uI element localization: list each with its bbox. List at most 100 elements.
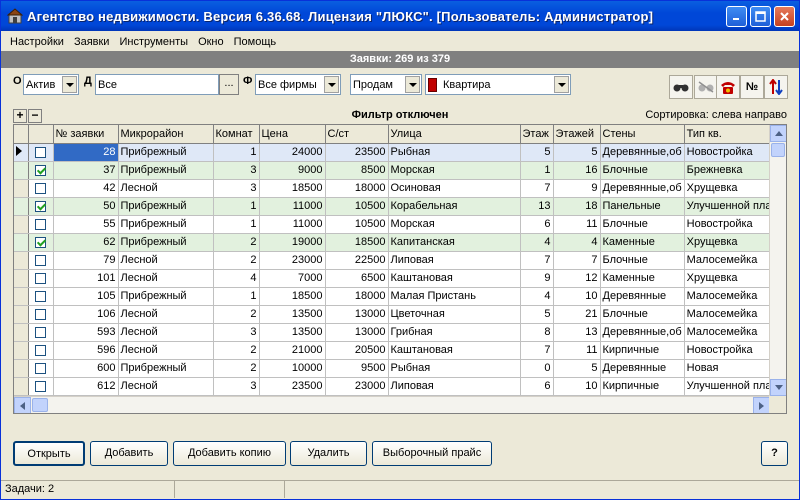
table-cell[interactable]: 4: [213, 269, 260, 288]
table-cell[interactable]: 596: [53, 341, 119, 360]
table-cell[interactable]: Блочные: [600, 215, 685, 234]
table-cell[interactable]: 1: [213, 197, 260, 216]
table-cell[interactable]: 2: [213, 305, 260, 324]
row-indicator[interactable]: [14, 251, 29, 270]
collapse-button[interactable]: −: [28, 109, 42, 123]
table-cell[interactable]: Хрущевка: [684, 269, 775, 288]
table-cell[interactable]: Капитанская: [388, 233, 521, 252]
table-cell[interactable]: 1: [520, 161, 554, 180]
column-header[interactable]: Цена: [259, 125, 326, 144]
table-cell[interactable]: 6: [520, 377, 554, 396]
table-cell[interactable]: 11: [553, 341, 601, 360]
table-cell[interactable]: 2: [213, 341, 260, 360]
table-cell[interactable]: 10000: [259, 359, 326, 378]
table-cell[interactable]: 3: [213, 323, 260, 342]
chevron-down-icon[interactable]: [62, 76, 77, 93]
table-cell[interactable]: 593: [53, 323, 119, 342]
table-cell[interactable]: Лесной: [118, 179, 214, 198]
horizontal-scroll-thumb[interactable]: [32, 398, 48, 412]
table-row[interactable]: 101 Лесной 4 7000 6500 Каштановая 9 12 Каменные Х…: [14, 269, 775, 288]
table-cell[interactable]: Деревянные,об: [600, 323, 685, 342]
row-checkbox[interactable]: [35, 236, 46, 248]
column-header[interactable]: Улица: [388, 125, 521, 144]
help-button[interactable]: ?: [761, 441, 788, 466]
table-cell[interactable]: Кирпичные: [600, 377, 685, 396]
table-row[interactable]: 593 Лесной 3 13500 13000 Грибная 8 13 Деревянные…: [14, 323, 775, 342]
add-button[interactable]: Добавить: [90, 441, 168, 466]
table-cell[interactable]: 612: [53, 377, 119, 396]
menu-settings[interactable]: Настройки: [5, 36, 69, 48]
table-cell[interactable]: 600: [53, 359, 119, 378]
table-cell[interactable]: Липовая: [388, 377, 521, 396]
table-row[interactable]: 596 Лесной 2 21000 20500 Каштановая 7 11 Кирпичн…: [14, 341, 775, 360]
table-cell[interactable]: 37: [53, 161, 119, 180]
row-checkbox[interactable]: [35, 146, 46, 158]
table-cell[interactable]: Морская: [388, 215, 521, 234]
menu-window[interactable]: Окно: [193, 36, 229, 48]
table-cell[interactable]: 11: [553, 215, 601, 234]
table-row[interactable]: 37 Прибрежный 3 9000 8500 Морская 1 16 Блочные Бр…: [14, 161, 775, 180]
table-cell[interactable]: 2: [213, 359, 260, 378]
table-cell[interactable]: 16: [553, 161, 601, 180]
table-cell[interactable]: 18000: [325, 179, 389, 198]
row-checkbox[interactable]: [35, 380, 46, 392]
table-cell[interactable]: Блочные: [600, 251, 685, 270]
table-cell[interactable]: Лесной: [118, 305, 214, 324]
table-cell[interactable]: Липовая: [388, 251, 521, 270]
status-select[interactable]: Актив: [23, 74, 79, 95]
close-button[interactable]: [774, 6, 795, 27]
table-cell[interactable]: 13: [520, 197, 554, 216]
table-cell[interactable]: Деревянные: [600, 287, 685, 306]
row-checkbox[interactable]: [35, 254, 46, 266]
table-cell[interactable]: Деревянные: [600, 359, 685, 378]
row-indicator[interactable]: [14, 323, 29, 342]
table-row[interactable]: 42 Лесной 3 18500 18000 Осиновая 7 9 Деревянные,…: [14, 179, 775, 198]
binoculars-disabled-icon[interactable]: [694, 75, 718, 99]
table-cell[interactable]: 7: [520, 251, 554, 270]
table-cell[interactable]: 21000: [259, 341, 326, 360]
current-row-indicator[interactable]: [14, 143, 29, 162]
table-cell[interactable]: 62: [53, 233, 119, 252]
row-indicator[interactable]: [14, 287, 29, 306]
table-cell[interactable]: 50: [53, 197, 119, 216]
table-cell[interactable]: Малосемейка: [684, 323, 775, 342]
table-cell[interactable]: 9: [553, 179, 601, 198]
table-cell[interactable]: 23500: [325, 143, 389, 162]
table-cell[interactable]: Прибрежный: [118, 161, 214, 180]
table-cell[interactable]: 2: [213, 251, 260, 270]
table-cell[interactable]: Улучшенной пла: [684, 197, 775, 216]
table-cell[interactable]: 79: [53, 251, 119, 270]
row-checkbox[interactable]: [35, 308, 46, 320]
table-cell[interactable]: 11000: [259, 197, 326, 216]
table-cell[interactable]: 4: [520, 233, 554, 252]
chevron-down-icon[interactable]: [405, 76, 420, 93]
table-cell[interactable]: 1: [213, 143, 260, 162]
table-row[interactable]: 600 Прибрежный 2 10000 9500 Рыбная 0 5 Деревянны…: [14, 359, 775, 378]
table-cell[interactable]: 10: [553, 377, 601, 396]
scroll-down-icon[interactable]: [770, 379, 786, 396]
table-cell[interactable]: Блочные: [600, 161, 685, 180]
table-row[interactable]: 612 Лесной 3 23500 23000 Липовая 6 10 Кирпичные У…: [14, 377, 775, 396]
horizontal-scrollbar[interactable]: [14, 396, 770, 413]
title-bar[interactable]: Агентство недвижимости. Версия 6.36.68. …: [1, 1, 799, 31]
table-cell[interactable]: 12: [553, 269, 601, 288]
delete-button[interactable]: Удалить: [290, 441, 367, 466]
table-cell[interactable]: Прибрежный: [118, 197, 214, 216]
scroll-up-icon[interactable]: [770, 125, 786, 142]
table-cell[interactable]: 18: [553, 197, 601, 216]
column-header[interactable]: Стены: [600, 125, 685, 144]
table-cell[interactable]: 9500: [325, 359, 389, 378]
table-cell[interactable]: Осиновая: [388, 179, 521, 198]
table-cell[interactable]: 6: [520, 215, 554, 234]
requests-grid[interactable]: № заявки Микрорайон Комнат Цена С/ст Ули…: [13, 124, 787, 414]
table-cell[interactable]: Каменные: [600, 233, 685, 252]
table-cell[interactable]: 105: [53, 287, 119, 306]
table-cell[interactable]: 3: [213, 161, 260, 180]
table-cell[interactable]: Малая Пристань: [388, 287, 521, 306]
row-checkbox[interactable]: [35, 290, 46, 302]
table-cell[interactable]: 13: [553, 323, 601, 342]
table-cell[interactable]: 8500: [325, 161, 389, 180]
vertical-scroll-thumb[interactable]: [771, 143, 785, 157]
column-header[interactable]: Этаж: [520, 125, 554, 144]
table-cell[interactable]: 1: [213, 215, 260, 234]
